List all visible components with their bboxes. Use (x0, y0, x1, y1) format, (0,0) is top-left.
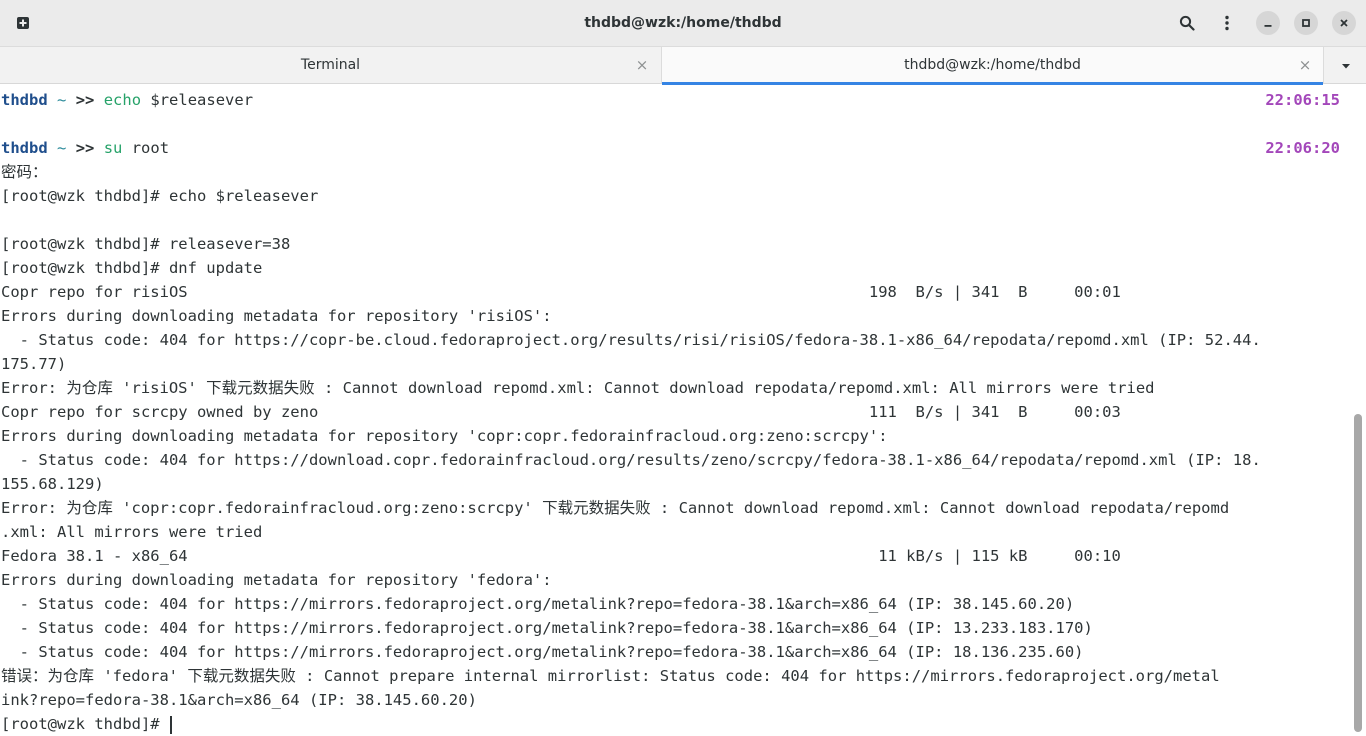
output-line: - Status code: 404 for https://mirrors.f… (1, 643, 1084, 661)
tab-thdbd[interactable]: thdbd@wzk:/home/thdbd (661, 47, 1324, 85)
output-line: ink?repo=fedora-38.1&arch=x86_64 (IP: 38… (1, 691, 477, 709)
prompt-line: thdbd ~ >> su root (1, 136, 169, 160)
output-line: [root@wzk thdbd]# releasever=38 (1, 235, 291, 253)
prompt-user: thdbd (1, 139, 48, 157)
current-prompt-line[interactable]: [root@wzk thdbd]# (1, 712, 172, 736)
tab-label: thdbd@wzk:/home/thdbd (904, 57, 1081, 73)
prompt-tilde: ~ (57, 139, 67, 157)
prompt-arrow: >> (75, 139, 95, 157)
new-tab-icon[interactable] (11, 11, 35, 35)
output-line: - Status code: 404 for https://mirrors.f… (1, 619, 1093, 637)
maximize-icon[interactable] (1294, 11, 1318, 35)
output-line: .xml: All mirrors were tried (1, 523, 263, 541)
prompt-timestamp: 22:06:15 (1265, 91, 1340, 109)
output-line: - Status code: 404 for https://copr-be.c… (1, 331, 1261, 349)
output-line: Errors during downloading metadata for r… (1, 307, 552, 325)
window-title: thdbd@wzk:/home/thdbd (584, 15, 782, 31)
current-prompt: [root@wzk thdbd]# (1, 715, 169, 733)
prompt-arrow: >> (75, 91, 95, 109)
prompt-user: thdbd (1, 91, 48, 109)
output-line: Copr repo for risiOS 198 B/s | 341 B 00:… (1, 283, 1121, 301)
tab-bar: Terminal × thdbd@wzk:/home/thdbd × (0, 46, 1366, 85)
output-line: [root@wzk thdbd]# dnf update (1, 259, 263, 277)
prompt-command: su (103, 139, 123, 157)
search-icon[interactable] (1175, 11, 1199, 35)
minimize-icon[interactable] (1256, 11, 1280, 35)
kebab-menu-icon[interactable] (1215, 11, 1239, 35)
chevron-down-icon[interactable] (1334, 54, 1358, 78)
close-icon[interactable] (1332, 11, 1356, 35)
output-line: 密码： (1, 163, 48, 181)
prompt-timestamp: 22:06:20 (1265, 139, 1340, 157)
terminal-output[interactable]: thdbd ~ >> echo $releasever 22:06:15 thd… (0, 85, 1352, 736)
tab-close-icon[interactable]: × (1295, 47, 1315, 84)
output-line: Errors during downloading metadata for r… (1, 571, 552, 589)
prompt-args: $releasever (141, 91, 254, 109)
output-line: [root@wzk thdbd]# echo $releasever (1, 187, 319, 205)
tab-label: Terminal (300, 57, 361, 73)
output-line: Error: 为仓库 'copr:copr.fedorainfracloud.o… (1, 499, 1230, 517)
prompt-command: echo (103, 91, 142, 109)
output-line: - Status code: 404 for https://download.… (1, 451, 1261, 469)
scrollbar-thumb[interactable] (1354, 414, 1362, 732)
output-line: - Status code: 404 for https://mirrors.f… (1, 595, 1075, 613)
title-bar: thdbd@wzk:/home/thdbd (0, 0, 1366, 46)
prompt-line: thdbd ~ >> echo $releasever (1, 88, 253, 112)
prompt-tilde: ~ (57, 91, 67, 109)
output-line: Error: 为仓库 'risiOS' 下载元数据失败 : Cannot dow… (1, 379, 1155, 397)
output-line: 155.68.129) (1, 475, 104, 493)
prompt-args: root (122, 139, 170, 157)
output-line: Fedora 38.1 - x86_64 11 kB/s | 115 kB 00… (1, 547, 1121, 565)
output-line: Copr repo for scrcpy owned by zeno 111 B… (1, 403, 1121, 421)
output-line: 错误：为仓库 'fedora' 下载元数据失败 : Cannot prepare… (1, 667, 1220, 685)
tab-close-icon[interactable]: × (632, 47, 652, 84)
text-cursor (169, 715, 172, 734)
tab-terminal[interactable]: Terminal (0, 47, 661, 84)
output-line: Errors during downloading metadata for r… (1, 427, 888, 445)
output-line: 175.77) (1, 355, 67, 373)
